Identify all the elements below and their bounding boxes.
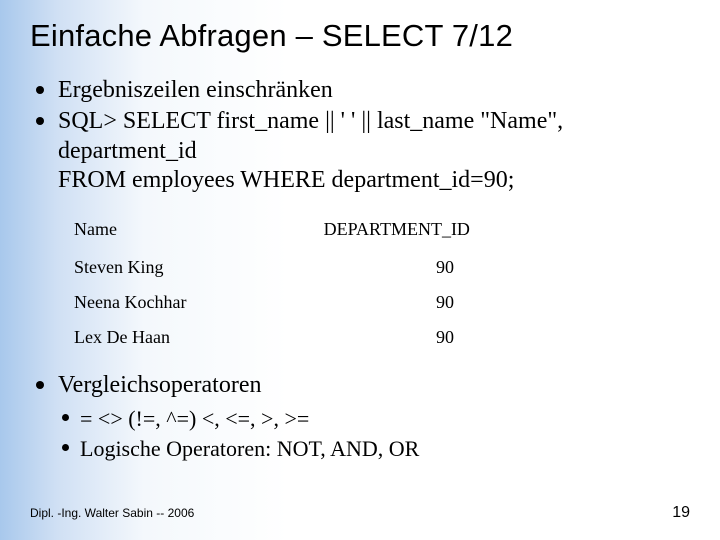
- sql-line-1: SQL> SELECT first_name || ' ' || last_na…: [58, 107, 690, 136]
- result-table: Name DEPARTMENT_ID Steven King 90 Neena …: [74, 215, 514, 355]
- bullet-sql-query: SQL> SELECT first_name || ' ' || last_na…: [58, 107, 690, 195]
- sql-line-2: department_id: [58, 137, 690, 166]
- cell-name: Lex De Haan: [74, 320, 240, 355]
- bullet-comparison-label: Vergleichsoperatoren: [58, 372, 261, 398]
- sub-bullet-logical: Logische Operatoren: NOT, AND, OR: [80, 434, 690, 464]
- page-number: 19: [672, 504, 690, 522]
- cell-dept: 90: [240, 285, 514, 320]
- sql-line-3: FROM employees WHERE department_id=90;: [58, 166, 690, 195]
- table-row: Neena Kochhar 90: [74, 285, 514, 320]
- cell-name: Steven King: [74, 250, 240, 285]
- col-header-dept: DEPARTMENT_ID: [240, 215, 514, 250]
- main-bullet-list: Ergebniszeilen einschränken SQL> SELECT …: [30, 76, 690, 195]
- cell-name: Neena Kochhar: [74, 285, 240, 320]
- table-header-row: Name DEPARTMENT_ID: [74, 215, 514, 250]
- cell-dept: 90: [240, 320, 514, 355]
- table-row: Lex De Haan 90: [74, 320, 514, 355]
- sub-bullet-list: = <> (!=, ^=) <, <=, >, >= Logische Oper…: [58, 404, 690, 463]
- cell-dept: 90: [240, 250, 514, 285]
- table-row: Steven King 90: [74, 250, 514, 285]
- footer-author: Dipl. -Ing. Walter Sabin -- 2006: [30, 506, 194, 520]
- col-header-name: Name: [74, 215, 240, 250]
- sub-bullet-operators: = <> (!=, ^=) <, <=, >, >=: [80, 404, 690, 434]
- slide-title: Einfache Abfragen – SELECT 7/12: [30, 18, 690, 54]
- second-bullet-list: Vergleichsoperatoren = <> (!=, ^=) <, <=…: [30, 371, 690, 464]
- bullet-restrict-rows: Ergebniszeilen einschränken: [58, 76, 690, 105]
- bullet-comparison-ops: Vergleichsoperatoren = <> (!=, ^=) <, <=…: [58, 371, 690, 464]
